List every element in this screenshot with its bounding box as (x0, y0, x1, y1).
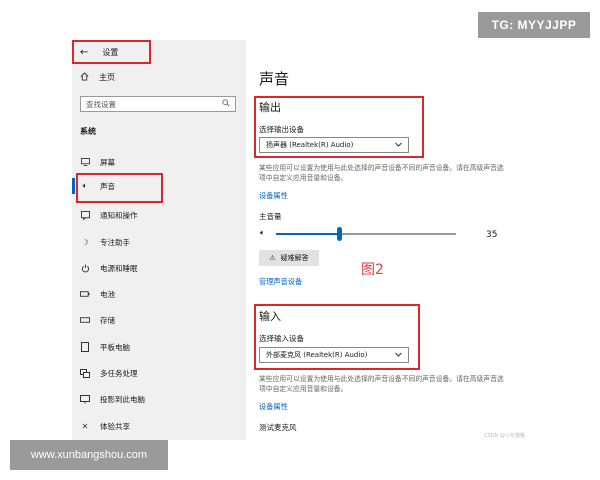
troubleshoot-label: 疑难解答 (280, 254, 309, 262)
input-device-value: 外部麦克风 (Realtek(R) Audio) (266, 351, 368, 359)
sidebar-item-shared-experiences[interactable]: ✕ 体验共享 (80, 419, 130, 433)
manage-sound-devices-link[interactable]: 管理声音设备 (259, 277, 302, 287)
sidebar-item-label: 电源和睡眠 (100, 263, 138, 273)
highlight-box-back (72, 40, 151, 64)
csdn-watermark: CSDN @小花猫猫 (484, 433, 525, 439)
output-select-label: 选择输出设备 (259, 125, 304, 134)
sidebar-item-label: 专注助手 (100, 237, 130, 247)
volume-value: 35 (486, 230, 498, 240)
sidebar-item-home[interactable]: 主页 (80, 72, 115, 83)
highlight-box-sound (76, 173, 163, 203)
sidebar-item-label: 体验共享 (100, 421, 130, 431)
sidebar-item-notifications[interactable]: 通知和操作 (80, 208, 138, 222)
volume-slider-thumb[interactable] (337, 227, 342, 241)
sidebar-item-focus-assist[interactable]: ☽ 专注助手 (80, 235, 130, 249)
sidebar-item-label: 屏幕 (100, 157, 115, 167)
projection-icon (80, 394, 90, 404)
input-description: 某些应用可以设置为使用与此处选择的声音设备不同的声音设备。请在高级声音选项中自定… (259, 375, 504, 393)
warning-icon: ⚠ (269, 254, 276, 262)
output-device-properties-link[interactable]: 设备属性 (259, 191, 288, 201)
chevron-down-icon (395, 351, 402, 359)
sidebar-item-storage[interactable]: 存储 (80, 313, 115, 327)
home-icon (80, 72, 89, 83)
share-icon: ✕ (81, 421, 89, 431)
sidebar-item-label: 通知和操作 (100, 210, 138, 220)
search-icon (222, 99, 230, 109)
battery-icon (80, 291, 90, 297)
sidebar-item-label: 投影到此电脑 (100, 394, 145, 404)
sidebar-item-label: 平板电脑 (100, 342, 130, 352)
test-microphone-label: 测试麦克风 (259, 423, 297, 432)
volume-speaker-icon[interactable]: 🔈︎ (260, 228, 265, 238)
chevron-down-icon (395, 141, 402, 149)
page-title: 声音 (259, 70, 290, 88)
home-label: 主页 (99, 73, 115, 82)
master-volume-label: 主音量 (259, 212, 282, 221)
watermark-bottom: www.xunbangshou.com (10, 440, 168, 470)
monitor-icon (80, 158, 90, 166)
notification-icon (80, 210, 90, 220)
tablet-icon (80, 342, 90, 352)
sidebar-item-projection[interactable]: 投影到此电脑 (80, 392, 145, 406)
output-device-value: 扬声器 (Realtek(R) Audio) (266, 141, 354, 149)
output-description: 某些应用可以设置为使用与此处选择的声音设备不同的声音设备。请在高级声音选项中自定… (259, 164, 504, 182)
output-device-dropdown[interactable]: 扬声器 (Realtek(R) Audio) (259, 137, 409, 153)
volume-slider-fill (276, 233, 339, 235)
sidebar-item-tablet[interactable]: 平板电脑 (80, 340, 130, 354)
input-device-dropdown[interactable]: 外部麦克风 (Realtek(R) Audio) (259, 347, 409, 363)
power-icon (80, 263, 90, 273)
sidebar-item-power[interactable]: 电源和睡眠 (80, 261, 138, 275)
search-input[interactable]: 查找设置 (80, 96, 236, 112)
troubleshoot-button[interactable]: ⚠ 疑难解答 (259, 250, 319, 266)
multitask-icon (80, 368, 90, 378)
watermark-top: TG: MYYJJPP (478, 12, 590, 38)
output-heading: 输出 (259, 101, 281, 114)
input-select-label: 选择输入设备 (259, 334, 304, 343)
section-label-system: 系统 (80, 127, 96, 136)
figure-label: 图2 (361, 262, 384, 278)
sidebar-item-multitasking[interactable]: 多任务处理 (80, 366, 138, 380)
storage-icon (80, 317, 90, 323)
input-heading: 输入 (259, 310, 281, 323)
sidebar-item-label: 电池 (100, 289, 115, 299)
sidebar-item-label: 存储 (100, 315, 115, 325)
sidebar-item-display[interactable]: 屏幕 (80, 155, 115, 169)
search-placeholder: 查找设置 (86, 99, 116, 109)
sidebar-item-label: 多任务处理 (100, 368, 138, 378)
active-indicator (72, 178, 75, 194)
input-device-properties-link[interactable]: 设备属性 (259, 402, 288, 412)
sidebar-item-battery[interactable]: 电池 (80, 287, 115, 301)
moon-icon: ☽ (81, 237, 89, 247)
